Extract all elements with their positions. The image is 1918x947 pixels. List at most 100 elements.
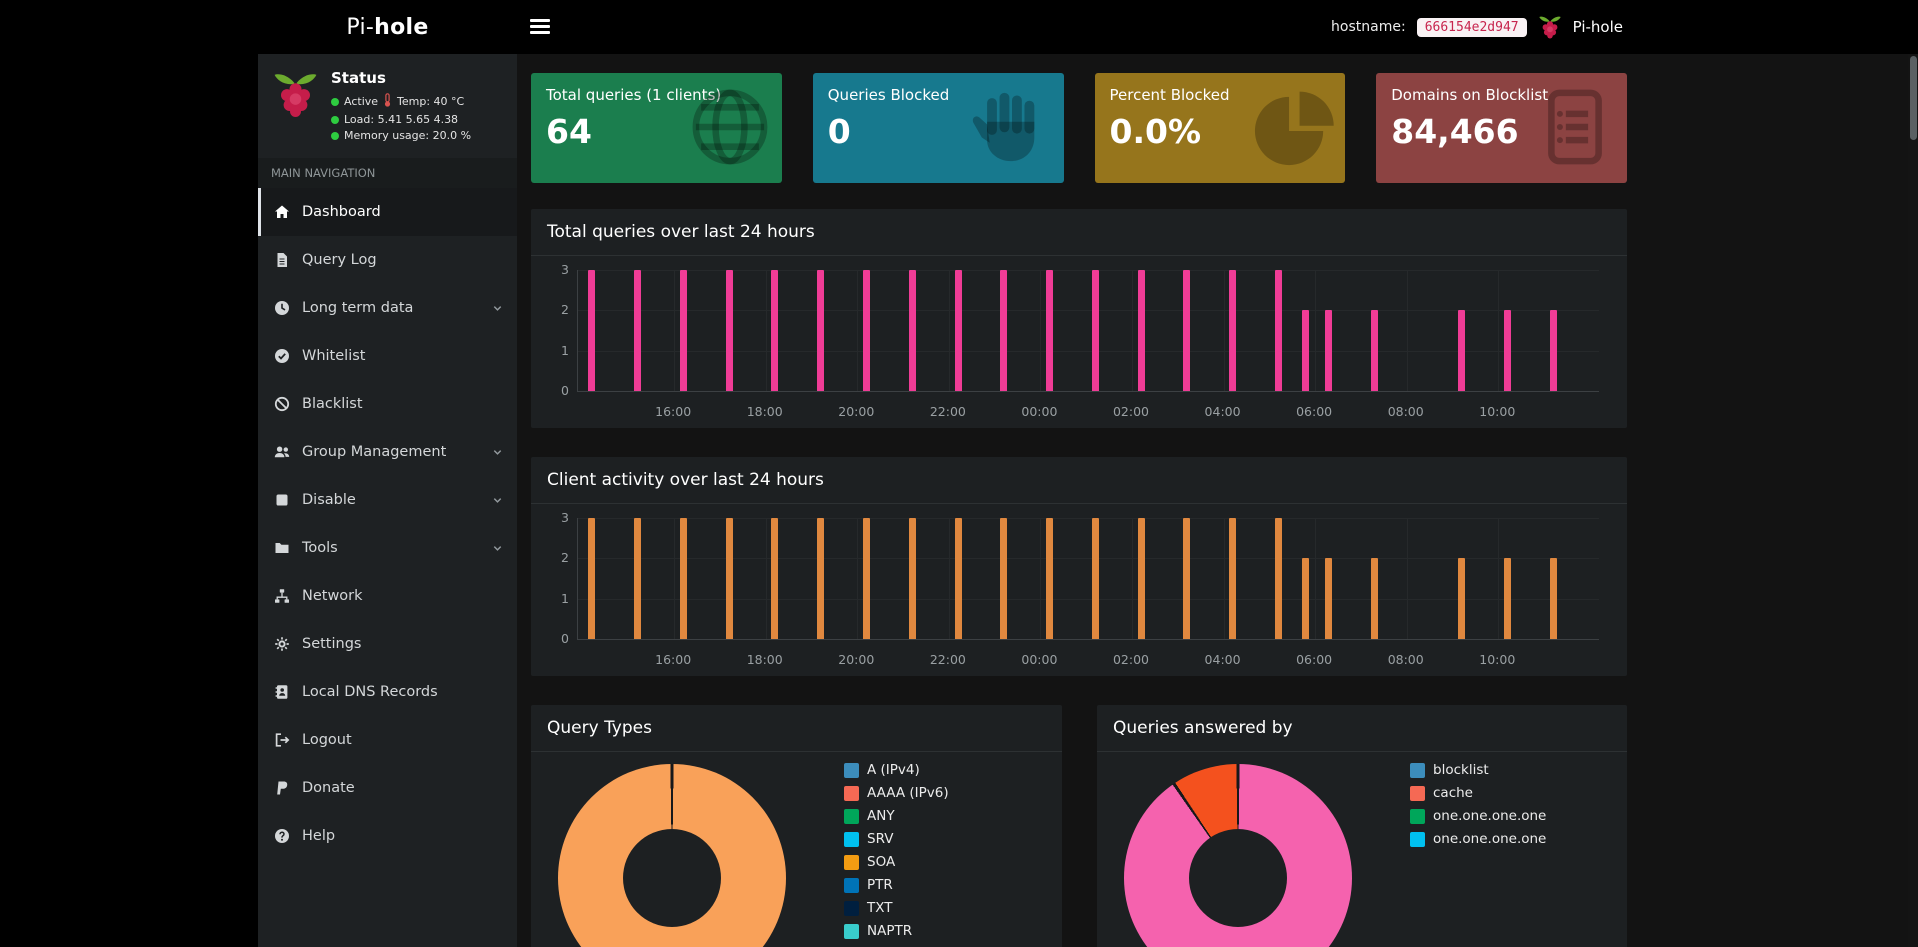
chart-bar (1138, 518, 1145, 639)
x-tick-label: 08:00 (1388, 404, 1424, 419)
sidebar-item-group-management[interactable]: Group Management (258, 428, 517, 476)
chart-bar (909, 518, 916, 639)
chart-bar (1275, 518, 1282, 639)
chart-bar (1229, 518, 1236, 639)
card-percent-blocked[interactable]: Percent Blocked0.0% (1095, 73, 1346, 183)
app-logo[interactable]: Pi-hole (258, 0, 517, 54)
sidebar-item-disable[interactable]: Disable (258, 476, 517, 524)
chevron-down-icon (492, 543, 503, 554)
legend-item-any[interactable]: ANY (844, 808, 949, 824)
card-total-queries-1-clients[interactable]: Total queries (1 clients)64 (531, 73, 782, 183)
legend-item-naptr[interactable]: NAPTR (844, 923, 949, 939)
x-tick-label: 20:00 (838, 652, 874, 667)
sidebar-toggle-button[interactable] (530, 19, 550, 34)
status-temp-label: Temp: 40 °C (397, 95, 464, 108)
chart-bar (1302, 310, 1309, 391)
sidebar-item-network[interactable]: Network (258, 572, 517, 620)
legend-item-soa[interactable]: SOA (844, 854, 949, 870)
users-icon (274, 444, 291, 460)
x-tick-label: 10:00 (1479, 652, 1515, 667)
legend-swatch (1410, 832, 1425, 847)
legend-label: NAPTR (867, 923, 912, 939)
sidebar-item-query-log[interactable]: Query Log (258, 236, 517, 284)
pihole-logo-icon (272, 69, 319, 145)
legend-item-a-ipv4[interactable]: A (IPv4) (844, 762, 949, 778)
legend-label: AAAA (IPv6) (867, 785, 949, 801)
legend-item-srv[interactable]: SRV (844, 831, 949, 847)
chart-bar (588, 270, 595, 391)
chart-bar (955, 270, 962, 391)
legend-item-one-one-one-one[interactable]: one.one.one.one (1410, 831, 1546, 847)
globe-icon (688, 85, 772, 169)
hostname-badge: 666154e2d947 (1417, 18, 1527, 37)
sidebar-item-long-term-data[interactable]: Long term data (258, 284, 517, 332)
sidebar-item-donate[interactable]: Donate (258, 764, 517, 812)
x-tick-label: 18:00 (747, 404, 783, 419)
x-tick-label: 02:00 (1113, 652, 1149, 667)
chart-bar (1302, 558, 1309, 639)
raspberry-icon (1538, 14, 1562, 40)
gridline (1132, 270, 1133, 391)
gridline (766, 270, 767, 391)
panel-title: Client activity over last 24 hours (531, 457, 1627, 504)
chart-bar (634, 270, 641, 391)
sidebar-item-label: Help (302, 828, 335, 844)
stop-icon (274, 492, 291, 508)
x-tick-label: 08:00 (1388, 652, 1424, 667)
status-memory-label: Memory usage: 20.0 % (344, 129, 471, 142)
chart-bar (1371, 558, 1378, 639)
panel-total-queries: Total queries over last 24 hours 012316:… (531, 209, 1627, 428)
sidebar-item-blacklist[interactable]: Blacklist (258, 380, 517, 428)
x-tick-label: 20:00 (838, 404, 874, 419)
legend-item-blocklist[interactable]: blocklist (1410, 762, 1546, 778)
legend-label: cache (1433, 785, 1473, 801)
brand-prefix: Pi- (346, 15, 374, 40)
legend-swatch (844, 832, 859, 847)
chart-bar (955, 518, 962, 639)
legend-swatch (844, 855, 859, 870)
sidebar: Status Active Temp: 40 °C Load: 5.41 5.6… (258, 54, 517, 947)
sidebar-item-label: Blacklist (302, 396, 363, 412)
scrollbar-thumb[interactable] (1910, 56, 1917, 140)
chart-bar (1275, 270, 1282, 391)
sidebar-item-label: Dashboard (302, 204, 381, 220)
legend-item-cache[interactable]: cache (1410, 785, 1546, 801)
sidebar-item-logout[interactable]: Logout (258, 716, 517, 764)
y-tick-label: 1 (531, 343, 569, 358)
sidebar-item-dashboard[interactable]: Dashboard (258, 188, 517, 236)
x-tick-label: 16:00 (655, 404, 691, 419)
legend-item-one-one-one-one[interactable]: one.one.one.one (1410, 808, 1546, 824)
status-title: Status (331, 69, 471, 87)
clock-icon (274, 300, 291, 316)
legend-swatch (844, 763, 859, 778)
legend-item-txt[interactable]: TXT (844, 900, 949, 916)
hamburger-bar (530, 25, 550, 28)
address-book-icon (274, 684, 291, 700)
x-tick-label: 06:00 (1296, 404, 1332, 419)
chart-bar (1046, 518, 1053, 639)
legend-label: SOA (867, 854, 895, 870)
sidebar-item-label: Network (302, 588, 363, 604)
legend-item-ptr[interactable]: PTR (844, 877, 949, 893)
legend-label: one.one.one.one (1433, 831, 1546, 847)
x-tick-label: 04:00 (1205, 652, 1241, 667)
legend-label: one.one.one.one (1433, 808, 1546, 824)
x-tick-label: 00:00 (1021, 652, 1057, 667)
sidebar-item-tools[interactable]: Tools (258, 524, 517, 572)
chevron-down-icon (492, 447, 503, 458)
chart-bar (726, 270, 733, 391)
y-tick-label: 3 (531, 510, 569, 525)
sidebar-item-local-dns-records[interactable]: Local DNS Records (258, 668, 517, 716)
legend-item-aaaa-ipv6[interactable]: AAAA (IPv6) (844, 785, 949, 801)
home-icon (274, 204, 291, 220)
sidebar-item-help[interactable]: Help (258, 812, 517, 860)
pie-icon (1251, 85, 1335, 169)
sidebar-item-whitelist[interactable]: Whitelist (258, 332, 517, 380)
sidebar-item-label: Group Management (302, 444, 446, 460)
file-icon (274, 252, 291, 268)
navbar-product-name: Pi-hole (1573, 18, 1623, 36)
card-queries-blocked[interactable]: Queries Blocked0 (813, 73, 1064, 183)
sidebar-item-settings[interactable]: Settings (258, 620, 517, 668)
card-domains-on-blocklist[interactable]: Domains on Blocklist84,466 (1376, 73, 1627, 183)
gridline (674, 270, 675, 391)
